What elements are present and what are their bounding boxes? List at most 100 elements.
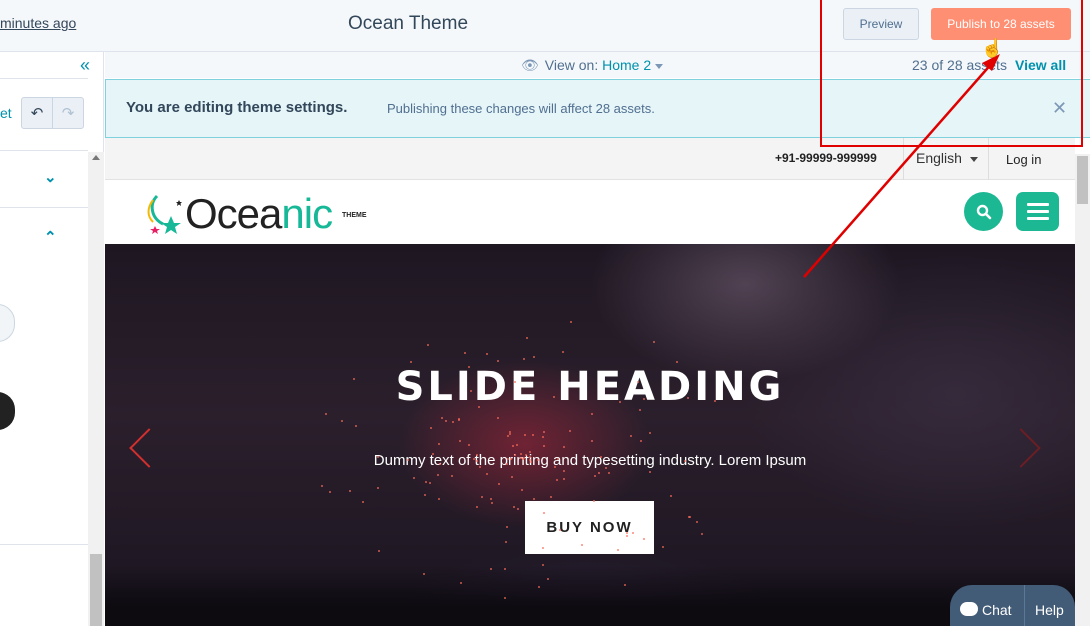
view-on-selector[interactable]: 👁 View on: Home 2 [521, 57, 664, 74]
firework-spark [607, 472, 610, 475]
theme-title: Ocean Theme [347, 13, 469, 34]
publish-button[interactable]: Publish to 28 assets [931, 8, 1071, 40]
firework-spark [549, 496, 552, 498]
divider [0, 544, 88, 545]
chat-widget[interactable]: Chat Help [950, 585, 1075, 626]
firework-spark [340, 420, 343, 423]
firework-spark [562, 351, 565, 354]
toggle-control[interactable] [0, 304, 15, 342]
firework-spark [528, 455, 531, 458]
firework-spark [437, 498, 440, 501]
firework-spark [553, 395, 556, 398]
chevron-up-icon[interactable]: ⌃ [44, 228, 57, 246]
firework-spark [562, 470, 565, 473]
divider [0, 78, 88, 79]
selected-page[interactable]: Home 2 [602, 57, 651, 73]
firework-spark [437, 474, 440, 477]
firework-spark [653, 341, 656, 344]
caret-down-icon [655, 63, 664, 69]
firework-spark [512, 506, 515, 509]
firework-spark [532, 356, 535, 359]
redo-icon[interactable]: ↷ [53, 98, 83, 128]
firework-spark [555, 479, 558, 482]
chevron-down-icon[interactable]: ⌄ [44, 168, 57, 186]
firework-spark [441, 417, 443, 420]
phone-number: +91-99999-999999 [775, 151, 877, 165]
firework-spark [478, 465, 481, 468]
sidebar-scroll-thumb[interactable] [90, 554, 102, 626]
close-icon[interactable]: ✕ [1052, 98, 1067, 119]
firework-spark [428, 482, 431, 485]
oceanic-logo[interactable]: Oceanic THEME [141, 190, 381, 238]
firework-spark [355, 425, 358, 428]
firework-spark [513, 380, 516, 383]
double-chevron-left-icon[interactable]: « [80, 56, 90, 74]
firework-spark [522, 457, 525, 460]
language-selector[interactable]: English [903, 138, 989, 180]
firework-spark [569, 429, 572, 432]
firework-spark [377, 487, 380, 490]
firework-spark [683, 460, 686, 463]
firework-spark [378, 549, 381, 552]
firework-spark [457, 419, 460, 422]
settings-sidebar: « et ↶ ↷ ⌄ ⌃ [0, 52, 104, 626]
chat-button[interactable]: Chat [950, 585, 1025, 626]
search-icon [976, 204, 991, 219]
editor-topbar: minutes ago Ocean Theme Preview Publish … [0, 0, 1090, 52]
firework-spark [543, 430, 546, 433]
hamburger-menu-icon[interactable] [1016, 192, 1059, 231]
firework-spark [512, 444, 515, 447]
firework-spark [519, 457, 522, 460]
firework-spark [481, 496, 484, 499]
firework-spark [520, 489, 523, 492]
chat-label: Chat [982, 602, 1012, 618]
undo-icon[interactable]: ↶ [22, 98, 53, 128]
firework-spark [701, 533, 704, 536]
site-header: Oceanic THEME [105, 180, 1075, 244]
color-swatch[interactable] [0, 392, 15, 430]
firework-spark [523, 434, 526, 437]
firework-spark [459, 581, 462, 584]
firework-spark [563, 446, 566, 449]
firework-spark [504, 540, 507, 543]
login-link[interactable]: Log in [1006, 152, 1041, 167]
hero-slider: SLIDE HEADING Dummy text of the printing… [105, 244, 1075, 626]
firework-spark [541, 435, 544, 438]
firework-spark [525, 336, 528, 339]
firework-spark [437, 442, 440, 445]
firework-spark [532, 498, 535, 501]
slide-text: Dummy text of the printing and typesetti… [373, 452, 807, 469]
help-button[interactable]: Help [1025, 585, 1064, 626]
firework-spark [695, 520, 698, 523]
firework-spark [529, 460, 532, 463]
eye-icon: 👁 [521, 57, 539, 73]
firework-spark [542, 511, 545, 514]
scroll-up-arrow-icon[interactable] [92, 155, 100, 160]
reset-link[interactable]: et [0, 105, 12, 121]
firework-spark [422, 572, 425, 575]
firework-spark [522, 357, 525, 360]
preview-scroll-thumb[interactable] [1077, 156, 1088, 204]
alert-message: Publishing these changes will affect 28 … [387, 101, 655, 116]
firework-spark [642, 538, 645, 541]
firework-spark [528, 450, 531, 453]
firework-spark [477, 406, 480, 408]
firework-spark [503, 596, 506, 599]
buy-now-button[interactable]: BUY NOW [525, 501, 654, 554]
preview-button[interactable]: Preview [843, 8, 919, 40]
site-top-strip: +91-99999-999999 English Log in [105, 138, 1075, 180]
firework-spark [532, 434, 535, 437]
firework-spark [598, 471, 601, 474]
site-search-button[interactable] [964, 192, 1003, 231]
firework-spark [464, 352, 467, 355]
firework-spark [476, 505, 479, 508]
language-label: English [916, 150, 962, 166]
firework-spark [569, 320, 572, 323]
firework-spark [497, 416, 500, 419]
firework-spark [467, 365, 470, 368]
preview-scrollbar[interactable] [1075, 154, 1090, 626]
firework-spark [557, 457, 560, 460]
view-all-link[interactable]: View all [1015, 57, 1066, 73]
firework-spark [509, 433, 512, 436]
firework-spark [485, 353, 488, 356]
